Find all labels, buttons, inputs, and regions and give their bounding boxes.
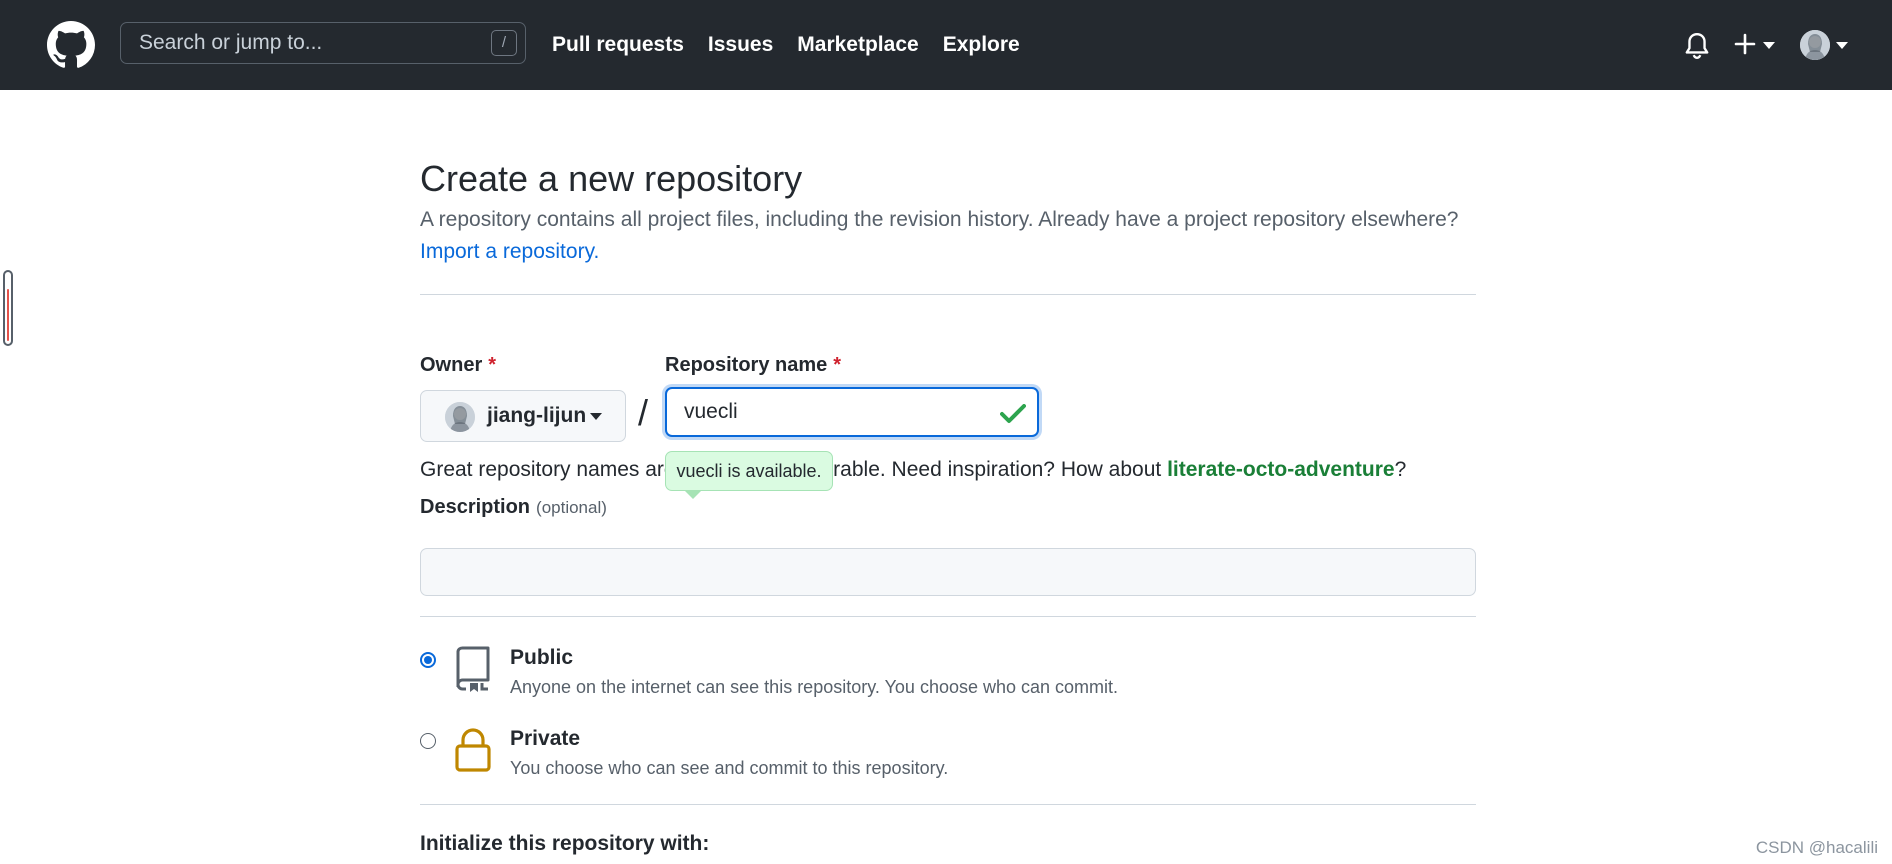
repo-name-label-text: Repository name [665, 354, 828, 376]
required-mark: * [488, 354, 497, 376]
bell-icon[interactable] [1684, 32, 1710, 60]
divider [420, 294, 1476, 295]
nav-explore[interactable]: Explore [943, 33, 1020, 57]
private-title: Private [510, 727, 581, 750]
github-logo-icon[interactable] [47, 21, 95, 69]
repo-name-label: Repository name * [665, 354, 841, 377]
divider [420, 804, 1476, 805]
nav-pull-requests[interactable]: Pull requests [552, 33, 684, 57]
private-radio[interactable] [420, 733, 436, 749]
description-label-text: Description [420, 496, 531, 518]
initialize-label: Initialize this repository with: [420, 832, 710, 855]
required-mark: * [833, 354, 842, 376]
lock-icon [455, 728, 491, 772]
owner-label: Owner * [420, 354, 496, 377]
owner-label-text: Owner [420, 354, 483, 376]
nav-issues[interactable]: Issues [708, 33, 773, 57]
repo-name-hint: Great repository names are short and mem… [420, 458, 1406, 482]
owner-name: jiang-lijun [487, 404, 587, 427]
private-description: You choose who can see and commit to thi… [510, 758, 949, 778]
import-repository-link[interactable]: Import a repository. [420, 240, 599, 264]
check-icon [1000, 404, 1026, 423]
scroll-indicator-fill [7, 289, 9, 341]
page-title: Create a new repository [420, 158, 803, 199]
description-label: Description (optional) [420, 496, 607, 519]
chevron-down-icon[interactable] [1763, 42, 1775, 49]
search-input[interactable]: Search or jump to... / [120, 22, 526, 64]
owner-repo-separator: / [638, 392, 649, 433]
chevron-down-icon[interactable] [1836, 42, 1848, 49]
user-avatar[interactable] [1800, 30, 1830, 60]
owner-select[interactable]: jiang-lijun [420, 390, 626, 442]
hint-suffix: ? [1394, 458, 1407, 481]
availability-tooltip: vuecli is available. [665, 451, 833, 491]
tooltip-arrow [685, 491, 701, 499]
scroll-indicator[interactable] [3, 270, 13, 346]
nav-marketplace[interactable]: Marketplace [797, 33, 918, 57]
watermark: CSDN @hacalili [1755, 838, 1878, 857]
search-placeholder: Search or jump to... [139, 31, 323, 54]
divider [420, 616, 1476, 617]
search-shortcut-key: / [491, 30, 517, 56]
plus-icon[interactable] [1733, 32, 1757, 56]
public-radio[interactable] [420, 652, 436, 668]
page-subtitle: A repository contains all project files,… [420, 208, 1459, 231]
global-nav: Pull requests Issues Marketplace Explore [552, 0, 1044, 90]
suggested-name-link[interactable]: literate-octo-adventure [1167, 458, 1395, 481]
optional-tag: (optional) [536, 498, 607, 517]
description-input[interactable] [420, 548, 1476, 596]
chevron-down-icon [590, 413, 602, 420]
owner-avatar [445, 402, 475, 432]
top-navbar: Search or jump to... / Pull requests Iss… [0, 0, 1892, 90]
repo-icon [456, 646, 490, 692]
public-title: Public [510, 646, 574, 669]
repo-name-input[interactable] [665, 387, 1039, 437]
public-description: Anyone on the internet can see this repo… [510, 677, 1119, 697]
